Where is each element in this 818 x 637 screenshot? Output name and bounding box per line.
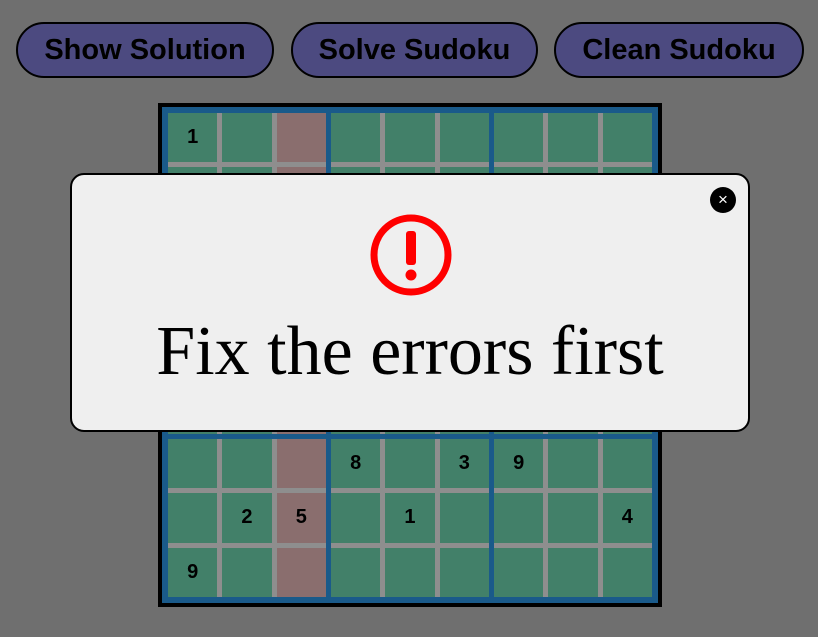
clean-sudoku-button[interactable]: Clean Sudoku: [554, 22, 804, 78]
sudoku-cell[interactable]: [168, 493, 218, 543]
sudoku-cell[interactable]: 3: [439, 439, 489, 489]
sudoku-cell[interactable]: 9: [168, 547, 218, 597]
sudoku-cell[interactable]: [276, 113, 326, 163]
sudoku-cell[interactable]: [548, 493, 598, 543]
sudoku-cell[interactable]: [222, 113, 272, 163]
sudoku-cell[interactable]: [385, 113, 435, 163]
sudoku-cell[interactable]: 8: [331, 439, 381, 489]
sudoku-cell[interactable]: [331, 547, 381, 597]
sudoku-cell[interactable]: [602, 547, 652, 597]
sudoku-cell[interactable]: [548, 439, 598, 489]
sudoku-cell[interactable]: [168, 439, 218, 489]
sudoku-cell[interactable]: [276, 547, 326, 597]
error-message: Fix the errors first: [156, 313, 664, 390]
solve-sudoku-button[interactable]: Solve Sudoku: [291, 22, 538, 78]
sudoku-cell[interactable]: [331, 113, 381, 163]
error-dialog: × Fix the errors first: [70, 173, 750, 432]
close-dialog-button[interactable]: ×: [710, 187, 736, 213]
sudoku-cell[interactable]: [276, 439, 326, 489]
sudoku-cell[interactable]: [494, 113, 544, 163]
sudoku-cell[interactable]: [494, 547, 544, 597]
sudoku-cell[interactable]: [439, 113, 489, 163]
sudoku-cell[interactable]: [331, 493, 381, 543]
exclamation-circle-icon: [370, 214, 452, 296]
sudoku-cell[interactable]: [222, 547, 272, 597]
sudoku-cell[interactable]: [494, 493, 544, 543]
sudoku-cell[interactable]: 5: [276, 493, 326, 543]
sudoku-cell[interactable]: [439, 547, 489, 597]
sudoku-cell[interactable]: [222, 439, 272, 489]
sudoku-cell[interactable]: 9: [494, 439, 544, 489]
sudoku-cell[interactable]: 1: [168, 113, 218, 163]
show-solution-button[interactable]: Show Solution: [16, 22, 274, 78]
sudoku-cell[interactable]: [548, 547, 598, 597]
sudoku-cell[interactable]: [602, 113, 652, 163]
sudoku-cell[interactable]: [602, 439, 652, 489]
sudoku-cell[interactable]: [385, 439, 435, 489]
sudoku-cell[interactable]: 1: [385, 493, 435, 543]
sudoku-cell[interactable]: [385, 547, 435, 597]
sudoku-cell[interactable]: 4: [602, 493, 652, 543]
sudoku-cell[interactable]: [439, 493, 489, 543]
sudoku-cell[interactable]: [548, 113, 598, 163]
sudoku-cell[interactable]: 2: [222, 493, 272, 543]
